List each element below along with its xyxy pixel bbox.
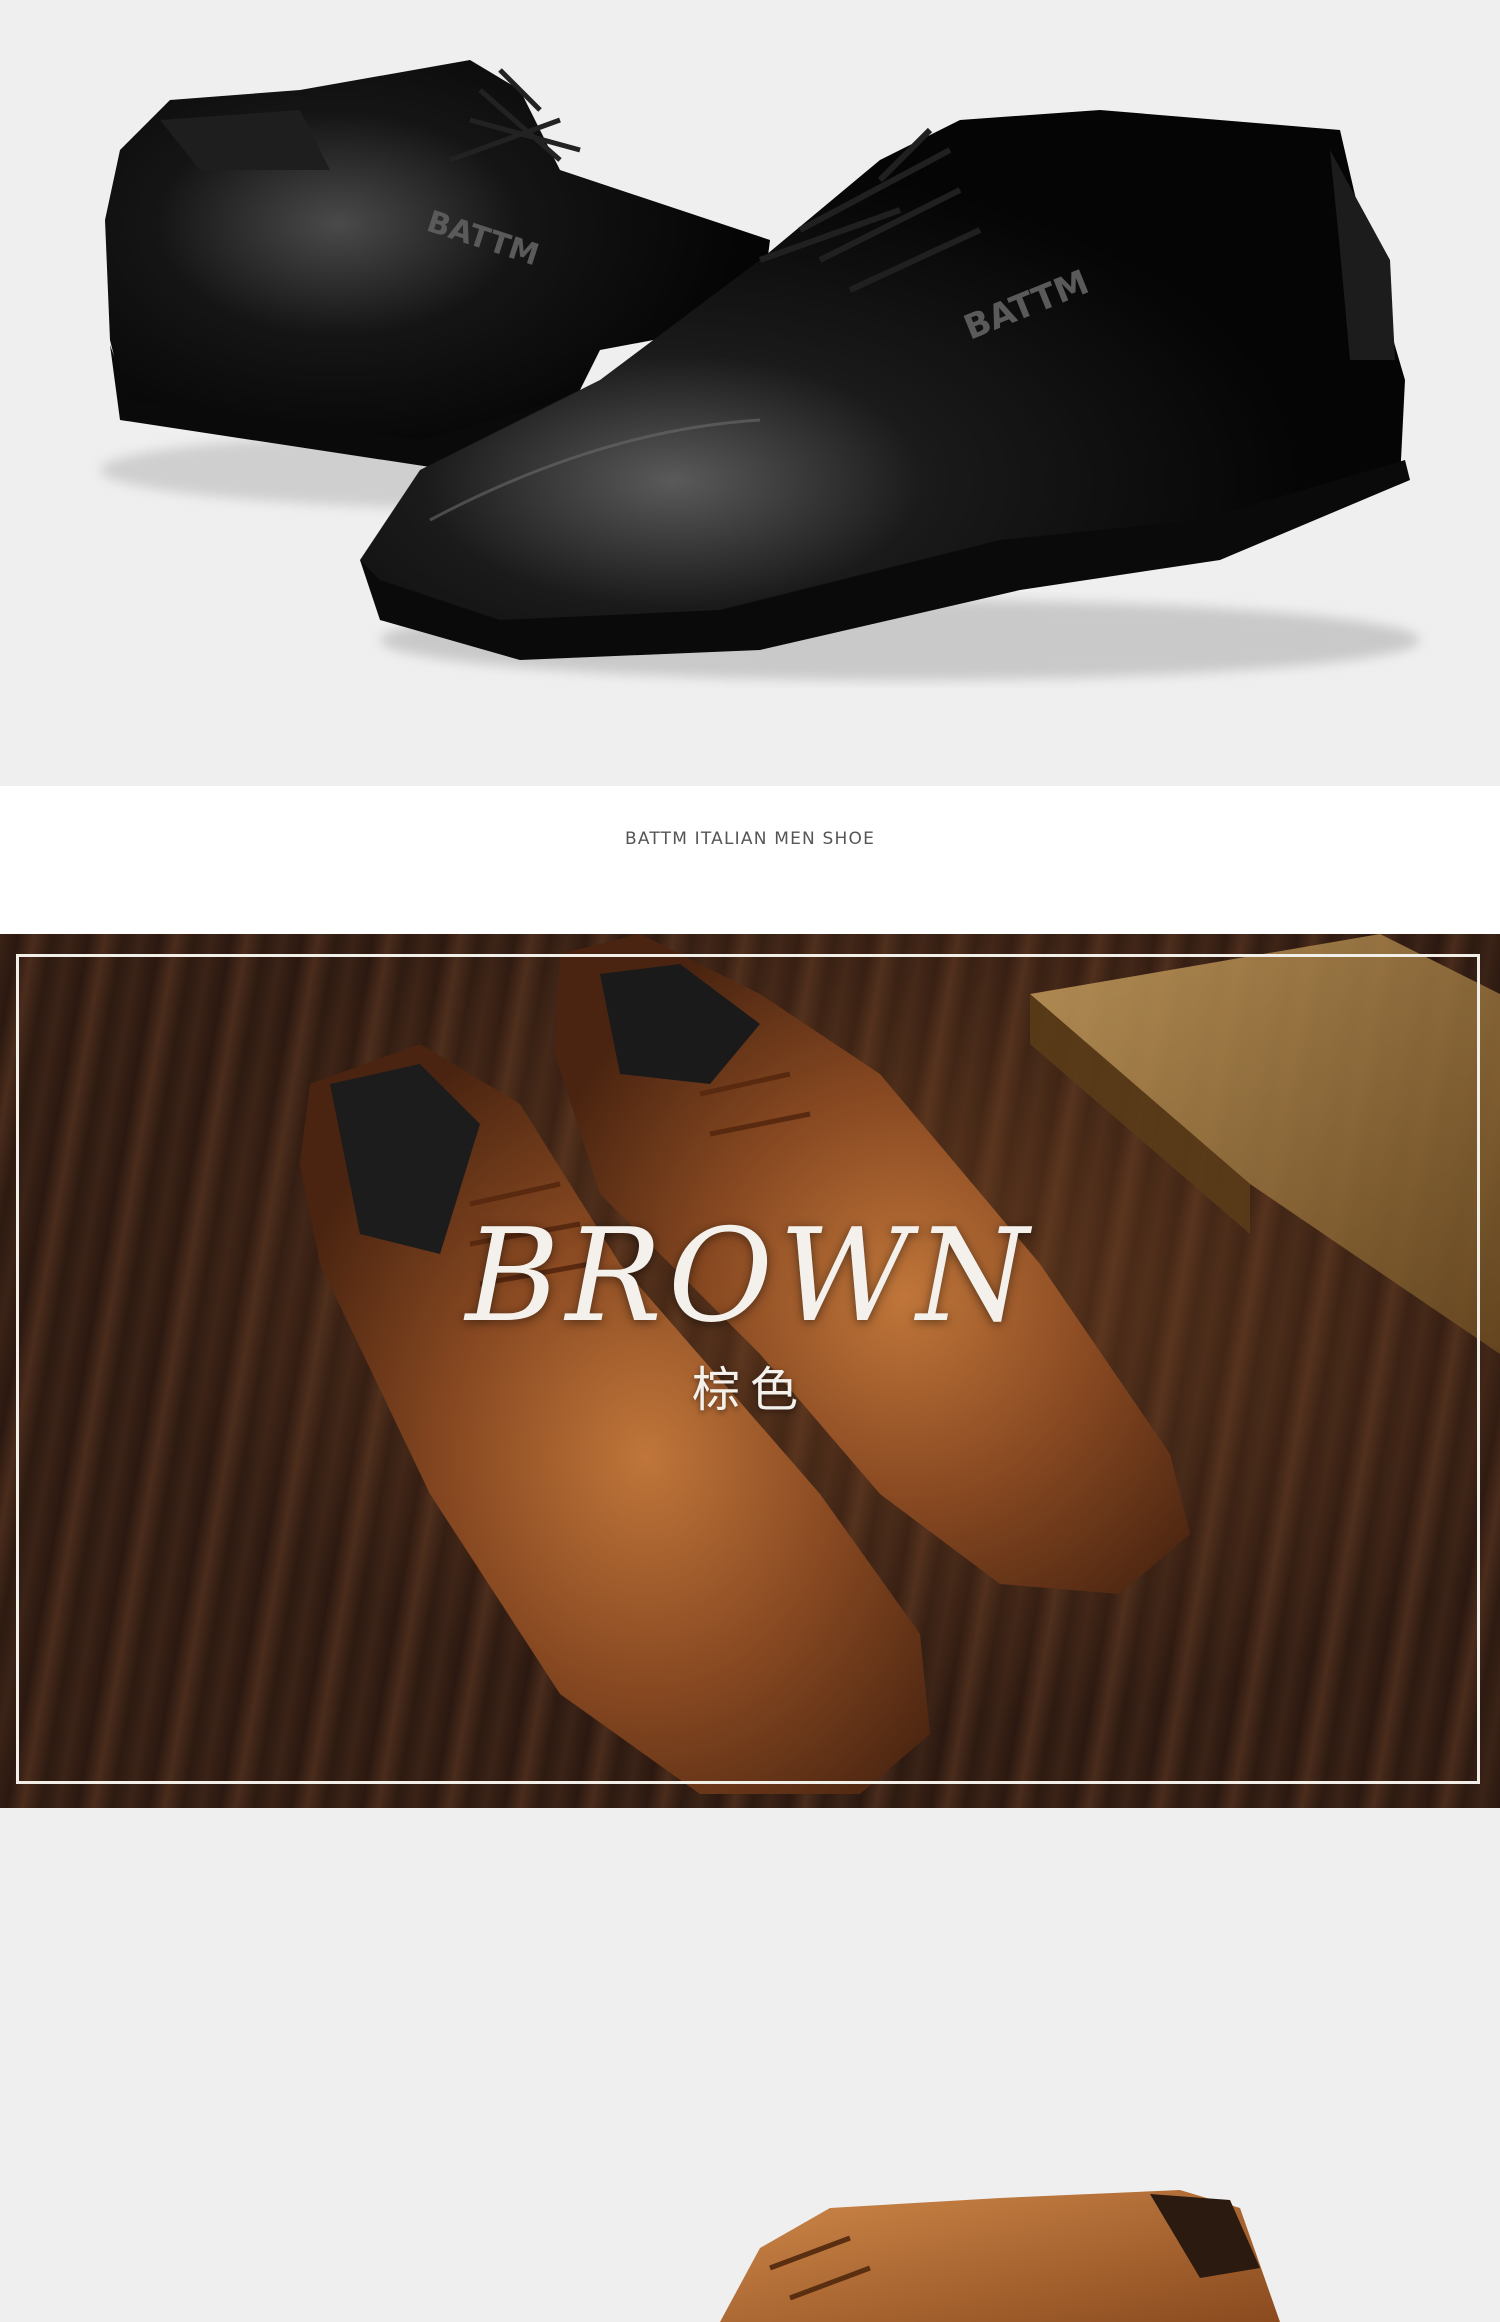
color-subtitle: 棕色 — [691, 1362, 808, 1418]
single-shoe-photo-section — [0, 1808, 1500, 2322]
black-oxford-shoes-photo: BATTM BATTM — [100, 60, 1420, 680]
brown-color-banner: BROWN 棕色 — [0, 934, 1500, 1808]
color-title: BROWN — [465, 1202, 1035, 1351]
single-brown-shoe-photo — [720, 2190, 1280, 2322]
caption-band: BATTM ITALIAN MEN SHOE — [0, 786, 1500, 934]
black-shoe-photo-section: BATTM BATTM — [0, 0, 1500, 786]
brand-caption: BATTM ITALIAN MEN SHOE — [624, 829, 876, 849]
